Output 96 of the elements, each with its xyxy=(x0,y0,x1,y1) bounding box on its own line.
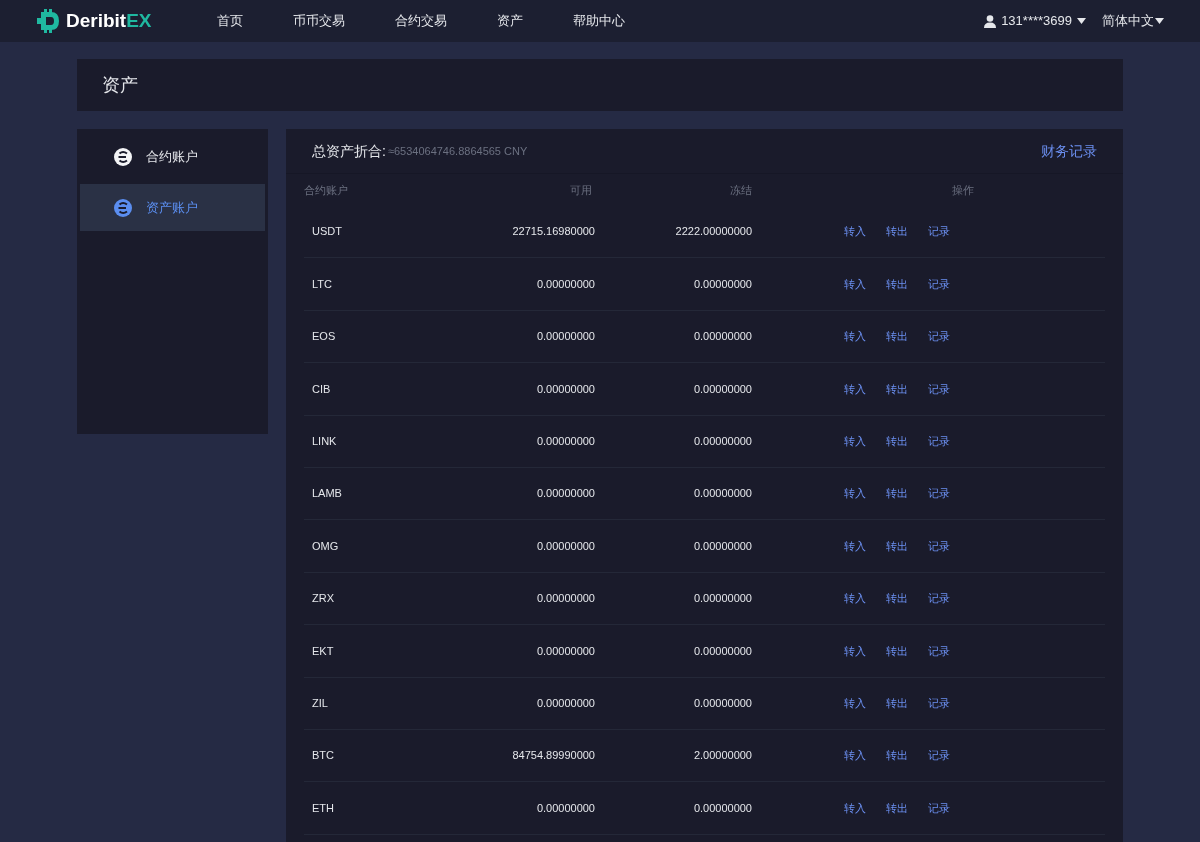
column-header: 合约账户 xyxy=(304,182,349,198)
action-link[interactable]: 转出 xyxy=(886,485,908,502)
coin-cell-text: USDT xyxy=(311,224,343,240)
action-link[interactable]: 转出 xyxy=(886,537,908,555)
nav-link[interactable]: 首页 xyxy=(191,11,268,31)
caret-icon xyxy=(1077,18,1086,24)
frozen-cell-text: 0.00000000 xyxy=(692,643,752,659)
action-link[interactable]: 转入 xyxy=(844,694,866,712)
action-link[interactable]: 转入 xyxy=(844,747,866,764)
action-link[interactable]: 转入 xyxy=(844,799,866,817)
user-menu[interactable]: 131****3699 xyxy=(984,11,1086,31)
action-link[interactable]: 记录 xyxy=(928,590,950,607)
logo-icon xyxy=(36,9,62,33)
action-link[interactable]: 记录 xyxy=(928,328,950,345)
available-cell-text: 0.00000000 xyxy=(535,591,595,607)
action-link[interactable]: 转出 xyxy=(886,223,908,240)
action-link[interactable]: 转出 xyxy=(886,328,908,345)
action-link[interactable]: 记录 xyxy=(928,223,950,240)
coin-cell-text: BTC xyxy=(311,748,335,764)
action-link[interactable]: 转出 xyxy=(886,433,908,450)
caret-icon xyxy=(1155,18,1164,24)
coin-cell-text: ZIL xyxy=(311,695,329,711)
language-menu[interactable]: 简体中文 xyxy=(1102,11,1164,31)
frozen-cell-text: 2222.00000000 xyxy=(674,224,752,240)
action-link[interactable]: 转出 xyxy=(886,590,908,607)
available-cell-text: 22715.16980000 xyxy=(511,224,595,240)
coin-cell-text: EKT xyxy=(311,643,335,659)
coin-cell-text: LAMB xyxy=(311,486,343,502)
action-link[interactable]: 转入 xyxy=(844,275,866,293)
available-cell-text: 0.00000000 xyxy=(535,800,595,816)
account-icon xyxy=(113,197,133,218)
action-link[interactable]: 记录 xyxy=(928,537,950,555)
nav-link[interactable]: 合约交易 xyxy=(369,11,472,31)
frozen-cell-text: 0.00000000 xyxy=(692,538,752,554)
frozen-cell-text: 0.00000000 xyxy=(692,486,752,502)
available-cell-text: 0.00000000 xyxy=(535,486,595,502)
action-link[interactable]: 记录 xyxy=(928,799,950,817)
action-link[interactable]: 转入 xyxy=(844,380,866,398)
action-link[interactable]: 转入 xyxy=(844,590,866,607)
coin-cell-text: OMG xyxy=(311,538,340,554)
available-cell-text: 0.00000000 xyxy=(535,381,595,397)
action-link[interactable]: 转入 xyxy=(844,433,866,450)
available-cell-text: 0.00000000 xyxy=(535,538,595,554)
action-link[interactable]: 转入 xyxy=(844,485,866,502)
frozen-cell-text: 0.00000000 xyxy=(692,329,752,345)
coin-cell-text: ETH xyxy=(311,800,335,816)
column-header: 操作 xyxy=(951,182,974,198)
action-link[interactable]: 转出 xyxy=(886,694,908,712)
column-header: 冻结 xyxy=(729,182,752,198)
nav-link[interactable]: 币币交易 xyxy=(267,11,370,31)
total-value: ≈6534064746.8864565 CNY xyxy=(387,143,528,159)
sidebar-item[interactable]: 资产账户 xyxy=(80,184,265,231)
coin-cell-text: LINK xyxy=(311,434,338,449)
logo-text: DeribitEX xyxy=(66,8,152,33)
frozen-cell-text: 0.00000000 xyxy=(692,381,752,397)
frozen-cell-text: 0.00000000 xyxy=(692,276,752,292)
action-link[interactable]: 转入 xyxy=(844,223,866,240)
column-header: 可用 xyxy=(569,182,592,198)
action-link[interactable]: 转出 xyxy=(886,380,908,398)
action-link[interactable]: 记录 xyxy=(928,380,950,398)
action-link[interactable]: 转出 xyxy=(886,642,908,660)
action-link[interactable]: 转出 xyxy=(886,275,908,293)
available-cell-text: 0.00000000 xyxy=(535,643,595,659)
action-link[interactable]: 转出 xyxy=(886,799,908,817)
sidebar-item[interactable]: 合约账户 xyxy=(80,133,265,180)
action-link[interactable]: 记录 xyxy=(928,485,950,502)
page-title: 资产 xyxy=(102,73,138,97)
frozen-cell-text: 0.00000000 xyxy=(692,800,752,816)
account-icon xyxy=(113,146,133,167)
coin-cell-text: EOS xyxy=(311,329,337,345)
action-link[interactable]: 记录 xyxy=(928,433,950,450)
available-cell-text: 0.00000000 xyxy=(535,434,595,449)
available-cell-text: 84754.89990000 xyxy=(511,748,595,764)
action-link[interactable]: 转入 xyxy=(844,642,866,660)
coin-cell-text: CIB xyxy=(311,381,332,397)
nav-link[interactable]: 帮助中心 xyxy=(547,11,650,31)
frozen-cell-text: 0.00000000 xyxy=(692,695,752,711)
nav-link[interactable]: 资产 xyxy=(471,11,548,31)
action-link[interactable]: 转入 xyxy=(844,537,866,555)
action-link[interactable]: 记录 xyxy=(928,642,950,660)
action-link[interactable]: 记录 xyxy=(928,747,950,764)
action-link[interactable]: 记录 xyxy=(928,275,950,293)
available-cell-text: 0.00000000 xyxy=(535,329,595,345)
frozen-cell-text: 2.00000000 xyxy=(692,748,752,764)
total-label: 总资产折合: xyxy=(312,141,386,161)
action-link[interactable]: 转入 xyxy=(844,328,866,345)
frozen-cell-text: 0.00000000 xyxy=(692,434,752,449)
coin-cell-text: LTC xyxy=(311,276,333,292)
available-cell-text: 0.00000000 xyxy=(535,695,595,711)
finance-records-link[interactable]: 财务记录 xyxy=(1041,140,1097,162)
action-link[interactable]: 记录 xyxy=(928,694,950,712)
action-link[interactable]: 转出 xyxy=(886,747,908,764)
frozen-cell-text: 0.00000000 xyxy=(692,591,752,607)
coin-cell-text: ZRX xyxy=(311,591,335,607)
available-cell-text: 0.00000000 xyxy=(535,276,595,292)
user-icon xyxy=(984,14,997,28)
